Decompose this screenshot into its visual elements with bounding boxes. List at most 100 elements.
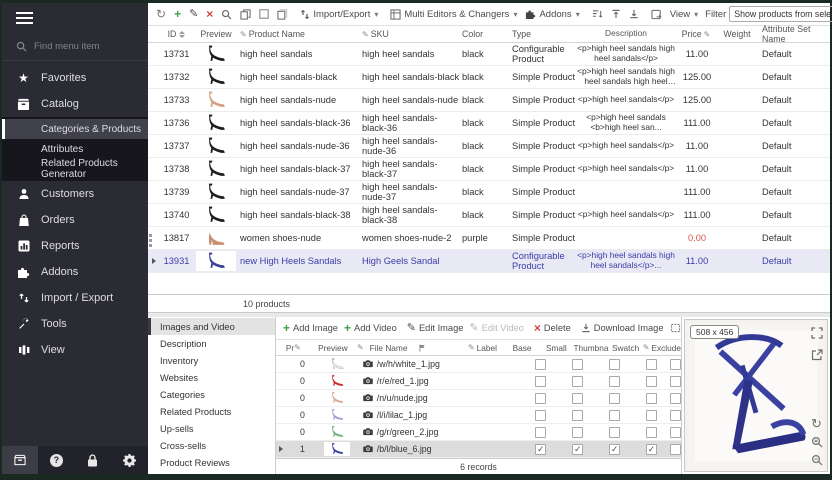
delete-image-button[interactable]: ×Delete <box>531 317 574 339</box>
sidebar-item-catalog[interactable]: Catalog <box>2 91 148 117</box>
col-header-type[interactable]: Type <box>510 29 576 39</box>
checkbox-small[interactable] <box>559 376 596 387</box>
duplicate-button[interactable] <box>273 3 292 25</box>
panel-splitter-handle[interactable] <box>148 232 152 248</box>
checkbox-swatch[interactable] <box>633 393 670 404</box>
tab-cross-sells[interactable]: Cross-sells <box>148 437 275 454</box>
tab-up-sells[interactable]: Up-sells <box>148 420 275 437</box>
product-row-13736[interactable]: 13736high heel sandals-black-36high heel… <box>148 112 830 135</box>
col-header-product-name[interactable]: ✎Product Name <box>238 29 360 39</box>
sidebar-item-reports[interactable]: Reports <box>2 233 148 259</box>
row-expander[interactable] <box>276 446 286 452</box>
sidebar-search[interactable]: Find menu item <box>2 33 148 61</box>
checkbox-swatch[interactable] <box>633 427 670 438</box>
image-row[interactable]: 0/w/h/white_1.jpg <box>276 356 681 373</box>
sidebar-item-attributes[interactable]: Attributes <box>2 139 148 159</box>
checkbox-base[interactable] <box>522 393 559 404</box>
sidebar-item-addons[interactable]: Addons <box>2 259 148 285</box>
sidebar-item-favorites[interactable]: ★ Favorites <box>2 65 148 91</box>
refresh-image-button[interactable]: ↻ <box>810 417 823 430</box>
product-row-13739[interactable]: 13739high heel sandals-nude-37high heel … <box>148 181 830 204</box>
delete-product-button[interactable]: × <box>202 3 217 25</box>
checkbox-exclude[interactable] <box>670 393 681 404</box>
checkbox-exclude[interactable] <box>670 427 681 438</box>
checkbox-thumbnail[interactable] <box>596 359 633 370</box>
checkbox-thumbnail[interactable] <box>596 427 633 438</box>
swatch-checkbox[interactable]: ✓ <box>646 444 657 455</box>
col-header-small[interactable]: Small <box>539 343 573 353</box>
open-external-button[interactable] <box>810 348 823 361</box>
sidebar-item-tools[interactable]: Tools <box>2 311 148 337</box>
col-header-base[interactable]: Base <box>505 343 539 353</box>
checkbox-base[interactable] <box>522 427 559 438</box>
hamburger-menu-button[interactable] <box>2 3 148 33</box>
settings-button[interactable] <box>112 446 148 474</box>
move-down-button[interactable] <box>625 3 643 25</box>
edit-image-button[interactable]: ✎Edit Image <box>404 317 467 339</box>
row-expander[interactable] <box>148 204 159 226</box>
row-expander[interactable] <box>148 66 159 88</box>
product-row-13732[interactable]: 13732high heel sandals-blackhigh heel sa… <box>148 66 830 89</box>
view-menu[interactable]: View▾ <box>666 3 702 25</box>
copy-button[interactable] <box>236 3 255 25</box>
multi-editors-menu[interactable]: Multi Editors & Changers▾ <box>386 3 521 25</box>
help-button[interactable]: ? <box>38 446 74 474</box>
thumbnail-checkbox[interactable]: ✓ <box>609 444 620 455</box>
thumbnail-checkbox[interactable] <box>609 427 620 438</box>
refresh-button[interactable]: ↻ <box>152 3 170 25</box>
small-checkbox[interactable]: ✓ <box>572 444 583 455</box>
addons-menu[interactable]: Addons▾ <box>521 3 583 25</box>
sidebar-item-categories-products[interactable]: Categories & Products <box>2 119 148 139</box>
base-checkbox[interactable] <box>535 393 546 404</box>
swatch-checkbox[interactable] <box>646 427 657 438</box>
edit-product-button[interactable]: ✎ <box>185 3 202 25</box>
edit-video-button[interactable]: ✎Edit Video <box>466 317 526 339</box>
row-expander[interactable] <box>148 43 159 65</box>
checkbox-base[interactable] <box>522 410 559 421</box>
checkbox-thumbnail[interactable] <box>596 376 633 387</box>
tab-related-products[interactable]: Related Products <box>148 403 275 420</box>
exclude-checkbox[interactable] <box>670 359 681 370</box>
checkbox-base[interactable]: ✓ <box>522 444 559 455</box>
product-row-13817[interactable]: 13817women shoes-nudewomen shoes-nude-2p… <box>148 227 830 250</box>
small-checkbox[interactable] <box>572 359 583 370</box>
product-row-13740[interactable]: 13740high heel sandals-black-38high heel… <box>148 204 830 227</box>
checkbox-small[interactable] <box>559 393 596 404</box>
row-expander[interactable] <box>148 250 159 272</box>
product-row-13733[interactable]: 13733high heel sandals-nudehigh heel san… <box>148 89 830 112</box>
small-checkbox[interactable] <box>572 410 583 421</box>
swatch-checkbox[interactable] <box>646 359 657 370</box>
checkbox-small[interactable] <box>559 427 596 438</box>
thumbnail-checkbox[interactable] <box>609 410 620 421</box>
exclude-checkbox[interactable] <box>670 410 681 421</box>
swatch-checkbox[interactable] <box>646 393 657 404</box>
checkbox-exclude[interactable] <box>670 359 681 370</box>
col-header-preview[interactable]: Preview <box>194 29 238 39</box>
product-row-13731[interactable]: 13731high heel sandalshigh heel sandalsb… <box>148 43 830 66</box>
download-image-button[interactable]: Download Image <box>578 317 667 339</box>
swatch-checkbox[interactable] <box>646 410 657 421</box>
base-checkbox[interactable] <box>535 359 546 370</box>
sidebar-item-orders[interactable]: Orders <box>2 207 148 233</box>
image-row[interactable]: 0/r/e/red_1.jpg <box>276 373 681 390</box>
col-header-priority[interactable]: Pr✎ <box>285 343 309 353</box>
sort-button[interactable] <box>588 3 607 25</box>
base-checkbox[interactable] <box>535 376 546 387</box>
tab-images-and-video[interactable]: Images and Video <box>148 318 275 335</box>
col-header-swatch[interactable]: Swatch <box>609 343 643 353</box>
export-grid-button[interactable] <box>647 3 666 25</box>
base-checkbox[interactable] <box>535 427 546 438</box>
col-header-description[interactable]: Description <box>576 29 676 39</box>
sidebar-item-related-products-generator[interactable]: Related Products Generator <box>2 159 148 179</box>
col-header-exclude[interactable]: ✎Exclude <box>643 343 681 353</box>
row-expander[interactable] <box>148 112 159 134</box>
thumbnail-checkbox[interactable] <box>609 393 620 404</box>
add-product-button[interactable]: + <box>170 3 185 25</box>
move-up-button[interactable] <box>607 3 625 25</box>
search-button[interactable] <box>217 3 236 25</box>
product-row-13738[interactable]: 13738high heel sandals-black-37high heel… <box>148 158 830 181</box>
small-checkbox[interactable] <box>572 393 583 404</box>
exclude-checkbox[interactable] <box>670 444 681 455</box>
exclude-checkbox[interactable] <box>670 427 681 438</box>
checkbox-small[interactable] <box>559 359 596 370</box>
